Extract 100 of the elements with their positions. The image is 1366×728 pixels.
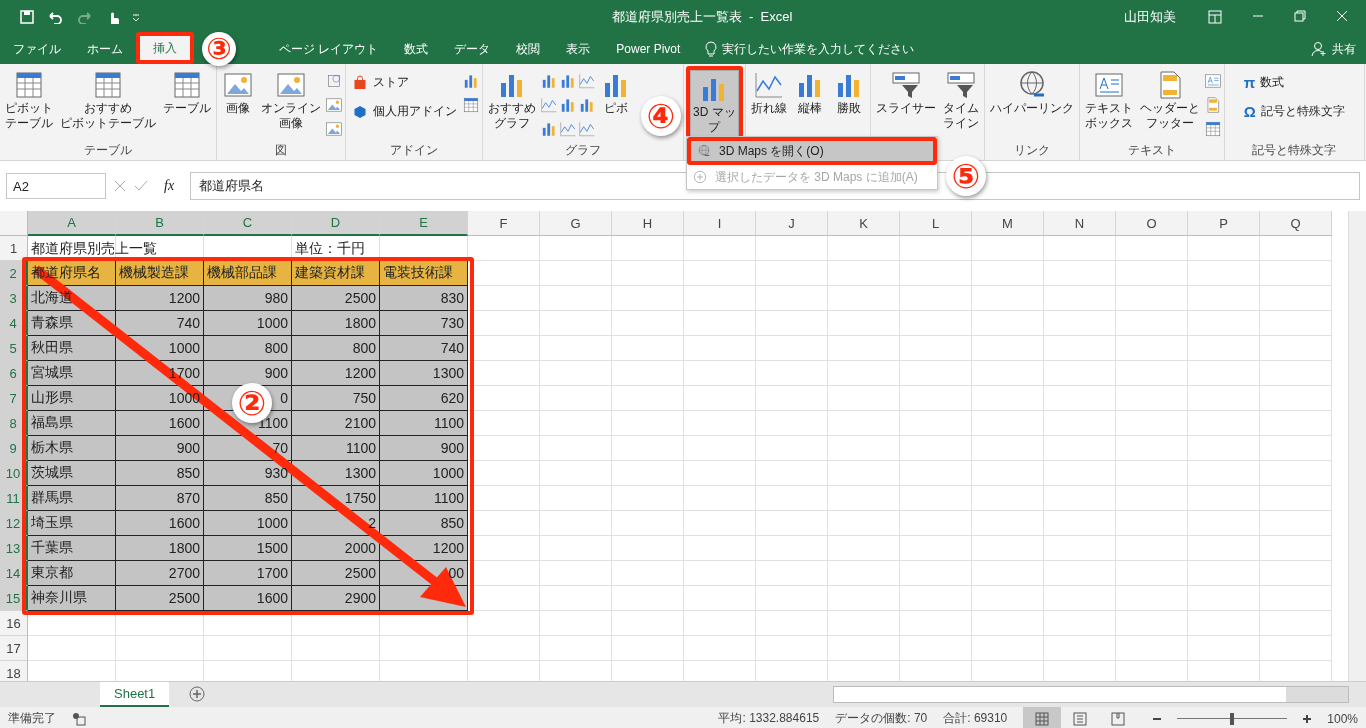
ribbon-button[interactable]: Ω 記号と特殊文字: [1239, 101, 1349, 122]
bar-chart-icon: [540, 72, 558, 90]
ribbon-button[interactable]: 縦棒: [790, 66, 829, 119]
column-header[interactable]: C: [204, 211, 292, 236]
ribbon-button[interactable]: スライサー: [872, 66, 939, 119]
line-chart-icon: [578, 72, 596, 90]
add-icon: [693, 170, 707, 184]
cell-text: 都道府県別売上一覧: [31, 239, 157, 258]
group-label: リンク: [1012, 142, 1051, 159]
column-header[interactable]: E: [380, 211, 468, 236]
column-header[interactable]: B: [116, 211, 204, 236]
ribbon-button[interactable]: 3D マッ プ: [690, 70, 739, 138]
column-header[interactable]: A: [28, 211, 116, 236]
undo-icon[interactable]: [46, 10, 64, 24]
table-cell: 800: [292, 336, 380, 361]
ribbon-button[interactable]: ストア: [348, 72, 461, 93]
ribbon-button[interactable]: ヘッダーと フッター: [1136, 66, 1203, 134]
ribbon-button[interactable]: ハイパーリンク: [986, 66, 1077, 119]
ribbon-button[interactable]: テーブル: [160, 66, 214, 119]
image-icon: [325, 120, 343, 138]
zoom-in-icon[interactable]: [1303, 714, 1312, 723]
column-header[interactable]: P: [1188, 211, 1260, 236]
table-cell: 2500: [292, 561, 380, 586]
cancel-icon[interactable]: [114, 180, 126, 192]
row-header[interactable]: 17: [0, 636, 28, 661]
bar-chart-icon: [559, 72, 577, 90]
column-header[interactable]: K: [828, 211, 900, 236]
redo-icon[interactable]: [76, 10, 94, 24]
ribbon-tab[interactable]: Power Pivot: [603, 34, 694, 64]
check-icon[interactable]: [134, 180, 148, 192]
ribbon-button[interactable]: オンライン 画像: [258, 66, 324, 134]
ribbon-button[interactable]: テキスト ボックス: [1081, 66, 1136, 134]
ribbon-tab[interactable]: ページ レイアウト: [266, 34, 392, 64]
ribbon-display-icon[interactable]: [1208, 10, 1222, 24]
page-icon: [1073, 711, 1088, 726]
bar-chart-icon: [559, 96, 577, 114]
table-cell: 電装技術課: [380, 261, 468, 286]
table-cell: 2500: [292, 286, 380, 311]
ribbon-tab[interactable]: データ: [441, 34, 504, 64]
sheet-tab[interactable]: Sheet1: [100, 682, 170, 707]
zoom-level[interactable]: 100%: [1327, 711, 1358, 726]
insert-function-button[interactable]: fx: [156, 178, 183, 194]
group-label: 記号と特殊文字: [1251, 142, 1338, 159]
line-chart-icon: [578, 120, 596, 138]
restore-icon[interactable]: [1294, 10, 1306, 22]
ribbon-button[interactable]: ピボ: [597, 66, 635, 119]
group-label: グラフ: [564, 142, 602, 159]
table-cell: 2900: [292, 586, 380, 611]
ribbon-tab[interactable]: 数式: [391, 34, 442, 64]
page-break-icon: [1111, 711, 1126, 726]
column-header[interactable]: I: [684, 211, 756, 236]
customize-icon[interactable]: [132, 13, 140, 21]
cell-text: 単位：千円: [295, 239, 365, 258]
ribbon-button[interactable]: 個人用アドイン: [348, 101, 461, 122]
menu-item[interactable]: 3D Maps を開く(O): [691, 141, 933, 161]
column-header[interactable]: J: [756, 211, 828, 236]
tell-me-field[interactable]: 実行したい作業を入力してください: [722, 40, 915, 58]
ribbon-button[interactable]: タイム ライン: [939, 66, 982, 134]
ribbon-button[interactable]: 勝敗: [829, 66, 868, 119]
cube-icon: [352, 103, 368, 120]
column-header[interactable]: N: [1044, 211, 1116, 236]
ribbon-tab[interactable]: 校閲: [503, 34, 554, 64]
vertical-scrollbar[interactable]: [1348, 211, 1366, 681]
macro-record-icon[interactable]: [72, 711, 86, 726]
column-header[interactable]: L: [900, 211, 972, 236]
column-header[interactable]: O: [1116, 211, 1188, 236]
column-header[interactable]: H: [612, 211, 684, 236]
ribbon-tab[interactable]: ホーム: [74, 34, 136, 64]
ribbon-button[interactable]: 画像: [219, 66, 257, 119]
ribbon-button[interactable]: 折れ線: [747, 66, 790, 119]
ribbon-button[interactable]: おすすめ グラフ: [485, 66, 539, 134]
row-header[interactable]: 16: [0, 611, 28, 636]
save-icon[interactable]: [20, 10, 34, 24]
table-cell: 1000: [380, 461, 468, 486]
table-cell: 740: [116, 311, 204, 336]
table-cell: 850: [116, 461, 204, 486]
ribbon-tab[interactable]: 表示: [553, 34, 604, 64]
filter-icon: [889, 69, 922, 101]
ribbon-tab[interactable]: ファイル: [0, 34, 74, 64]
table-cell: 870: [116, 486, 204, 511]
add-sheet-icon[interactable]: [189, 686, 206, 702]
ribbon-tab[interactable]: 挿入: [140, 36, 190, 60]
ribbon-button[interactable]: おすすめ ピボットテーブル: [57, 66, 159, 134]
column-header[interactable]: D: [292, 211, 380, 236]
column-header[interactable]: M: [972, 211, 1044, 236]
table-cell: 1000: [204, 311, 292, 336]
share-button[interactable]: 共有: [1332, 40, 1356, 58]
ribbon-button[interactable]: ピボット テーブル: [2, 66, 56, 134]
ribbon-button[interactable]: π 数式: [1239, 72, 1349, 93]
row-header[interactable]: 1: [0, 236, 28, 261]
row-header[interactable]: 18: [0, 661, 28, 681]
close-icon[interactable]: [1336, 10, 1348, 22]
column-header[interactable]: G: [540, 211, 612, 236]
table-cell: 2700: [116, 561, 204, 586]
name-box[interactable]: A2: [6, 173, 106, 199]
table-cell: 栃木県: [28, 436, 116, 461]
column-header[interactable]: F: [468, 211, 540, 236]
horizontal-scrollbar[interactable]: [833, 686, 1349, 703]
column-header[interactable]: Q: [1260, 211, 1332, 236]
view-button[interactable]: [1023, 707, 1062, 728]
